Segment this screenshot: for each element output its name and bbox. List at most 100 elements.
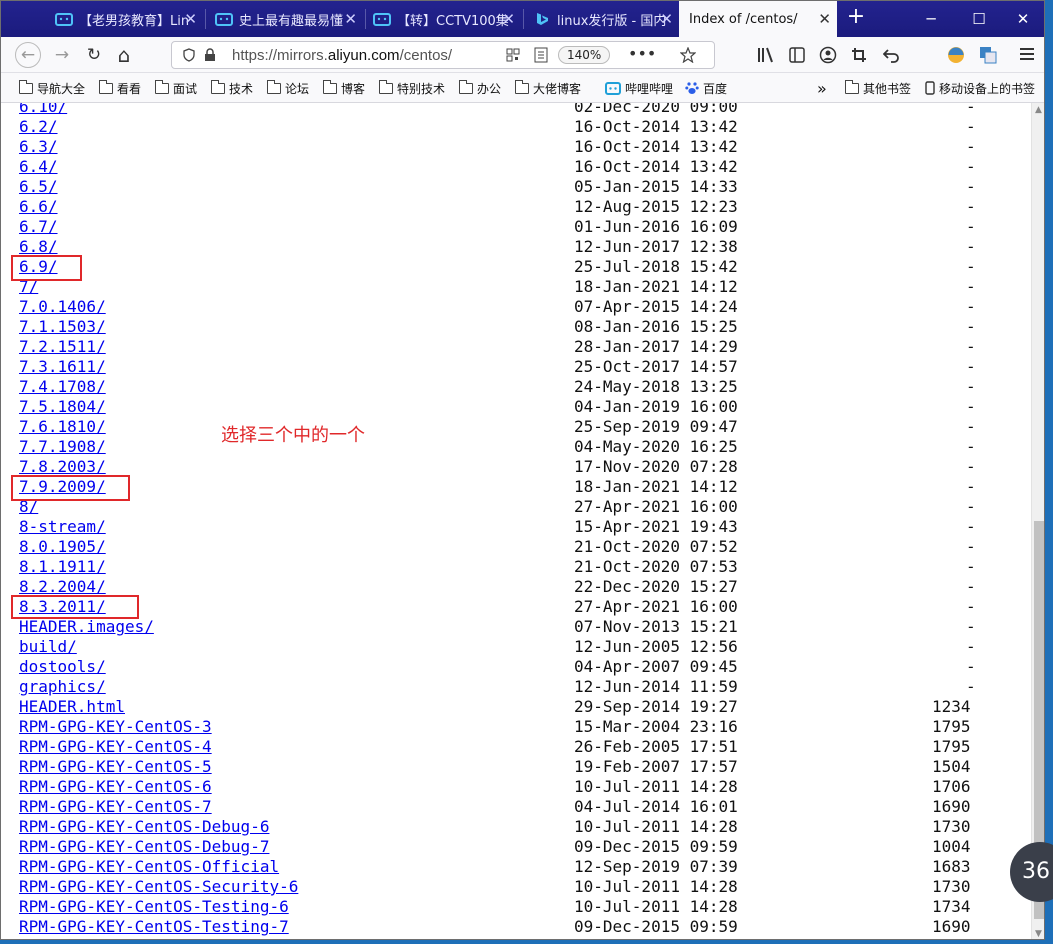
menu-hamburger-icon[interactable] [1019,47,1035,61]
bilibili-icon [215,13,233,26]
forward-button[interactable]: → [49,42,75,68]
bookmark-folder[interactable]: 论坛 [267,79,309,97]
vertical-scrollbar[interactable]: ▲ ▼ [1031,103,1044,939]
tab-1[interactable]: 【老男孩教育】Lin ✕ [47,1,203,37]
entry-link[interactable]: 7.8.2003/ [19,457,106,477]
entry-date: 27-Apr-2021 16:00 [574,497,738,516]
entry-link[interactable]: RPM-GPG-KEY-CentOS-Security-6 [19,877,298,897]
entry-link[interactable]: 6.7/ [19,217,58,237]
maximize-button[interactable]: ☐ [969,9,989,29]
tab-4[interactable]: linux发行版 - 国内 ✕ [525,1,679,37]
home-button[interactable]: ⌂ [111,42,137,68]
minimize-button[interactable]: ─ [921,9,941,29]
screenshot-crop-icon[interactable] [851,47,867,63]
bookmark-folder[interactable]: 面试 [155,79,197,97]
lock-icon[interactable] [204,48,216,62]
close-window-button[interactable]: ✕ [1013,9,1033,29]
reload-button[interactable]: ↻ [81,42,107,68]
entry-link[interactable]: 6.5/ [19,177,58,197]
entry-link[interactable]: RPM-GPG-KEY-CentOS-6 [19,777,212,797]
bilibili-icon [373,13,391,26]
url-text[interactable]: https://mirrors.aliyun.com/centos/ [232,47,452,64]
url-bar[interactable]: https://mirrors.aliyun.com/centos/ 140% … [171,41,715,69]
bookmark-other-folder[interactable]: 其他书签 [845,79,911,97]
translate-icon[interactable] [979,46,997,64]
entry-link[interactable]: graphics/ [19,677,106,697]
entry-link[interactable]: build/ [19,637,77,657]
entry-link[interactable]: 7.1.1503/ [19,317,106,337]
tab-5-active[interactable]: Index of /centos/ ✕ [679,1,837,37]
bookmark-folder[interactable]: 办公 [459,79,501,97]
bookmark-folder[interactable]: 博客 [323,79,365,97]
entry-link[interactable]: RPM-GPG-KEY-CentOS-5 [19,757,212,777]
entry-link[interactable]: 8.1.1911/ [19,557,106,577]
entry-size: - [966,477,976,496]
entry-date: 15-Apr-2021 19:43 [574,517,738,536]
bookmark-bilibili[interactable]: 哔哩哔哩 [605,79,673,97]
entry-link[interactable]: 6.10/ [19,103,67,117]
close-icon[interactable]: ✕ [818,10,831,28]
entry-link[interactable]: RPM-GPG-KEY-CentOS-Official [19,857,279,877]
entry-link[interactable]: 8-stream/ [19,517,106,537]
entry-date: 04-Jan-2019 16:00 [574,397,738,416]
undo-arrow-icon[interactable] [883,47,899,63]
close-icon[interactable]: ✕ [344,10,357,28]
new-tab-button[interactable]: + [844,6,868,30]
entry-link[interactable]: 7.0.1406/ [19,297,106,317]
qr-code-icon[interactable] [506,48,520,62]
bookmark-folder[interactable]: 大佬博客 [515,79,581,97]
entry-link[interactable]: 6.6/ [19,197,58,217]
entry-link[interactable]: 8.2.2004/ [19,577,106,597]
zoom-level-badge[interactable]: 140% [558,46,611,64]
bookmark-folder[interactable]: 特别技术 [379,79,445,97]
entry-link[interactable]: 8.0.1905/ [19,537,106,557]
extension-ball-icon[interactable] [947,46,965,64]
tab-2[interactable]: 史上最有趣最易懂 ✕ [207,1,363,37]
entry-link[interactable]: 6.2/ [19,117,58,137]
scroll-up-arrow-icon[interactable]: ▲ [1035,105,1042,115]
bookmark-baidu[interactable]: 百度 [685,79,727,97]
entry-link[interactable]: 6.3/ [19,137,58,157]
entry-link[interactable]: RPM-GPG-KEY-CentOS-4 [19,737,212,757]
close-icon[interactable]: ✕ [502,10,515,28]
reader-view-icon[interactable] [534,47,548,63]
close-icon[interactable]: ✕ [184,10,197,28]
scroll-down-arrow-icon[interactable]: ▼ [1035,929,1042,939]
close-icon[interactable]: ✕ [660,10,673,28]
entry-link[interactable]: 6.8/ [19,237,58,257]
entry-link[interactable]: RPM-GPG-KEY-CentOS-3 [19,717,212,737]
entry-link[interactable]: 6.4/ [19,157,58,177]
library-icon[interactable] [757,47,775,63]
bookmark-folder[interactable]: 导航大全 [19,79,85,97]
bookmark-folder[interactable]: 看看 [99,79,141,97]
entry-link[interactable]: 7.5.1804/ [19,397,106,417]
bookmarks-overflow-chevron-icon[interactable]: » [817,79,827,98]
entry-link[interactable]: 7.3.1611/ [19,357,106,377]
entry-size: 1504 [932,757,971,776]
account-icon[interactable] [819,46,837,64]
bookmark-mobile-folder[interactable]: 移动设备上的书签 [925,79,1035,97]
bookmark-folder[interactable]: 技术 [211,79,253,97]
entry-link[interactable]: RPM-GPG-KEY-CentOS-Testing-7 [19,917,289,937]
navigation-bar: ← → ↻ ⌂ https://mirrors.aliyun.com/cento… [1,37,1044,73]
back-button[interactable]: ← [15,42,41,68]
entry-link[interactable]: HEADER.images/ [19,617,154,637]
entry-size: - [966,557,976,576]
entry-link[interactable]: RPM-GPG-KEY-CentOS-Debug-7 [19,837,269,857]
mobile-device-icon [925,81,935,95]
tab-3[interactable]: 【转】CCTV100集 ✕ [365,1,521,37]
entry-link[interactable]: 7.7.1908/ [19,437,106,457]
entry-link[interactable]: RPM-GPG-KEY-CentOS-Debug-6 [19,817,269,837]
sidebar-icon[interactable] [789,47,805,63]
entry-link[interactable]: 7.2.1511/ [19,337,106,357]
entry-link[interactable]: 7.4.1708/ [19,377,106,397]
entry-size: - [966,237,976,256]
entry-link[interactable]: RPM-GPG-KEY-CentOS-Testing-6 [19,897,289,917]
page-actions-icon[interactable]: ••• [628,44,656,63]
entry-link[interactable]: HEADER.html [19,697,125,717]
entry-link[interactable]: RPM-GPG-KEY-CentOS-7 [19,797,212,817]
entry-link[interactable]: 7.6.1810/ [19,417,106,437]
bookmark-star-icon[interactable] [680,47,696,63]
entry-link[interactable]: dostools/ [19,657,106,677]
shield-icon[interactable] [182,48,196,62]
